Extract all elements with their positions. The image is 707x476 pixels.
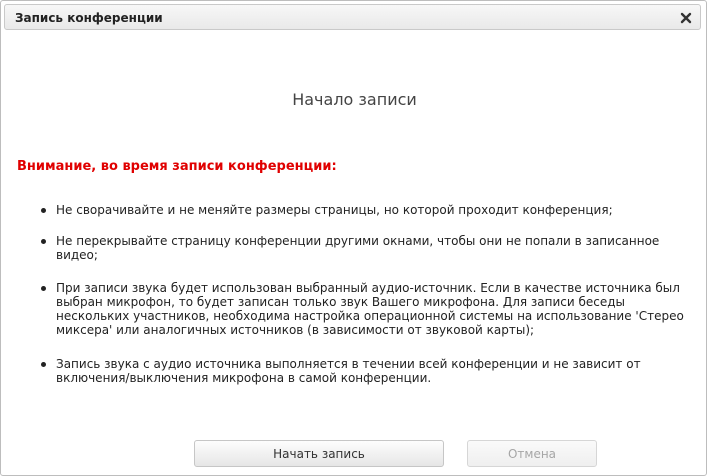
start-recording-button[interactable]: Начать запись	[194, 440, 444, 467]
dialog-titlebar[interactable]: Запись конференции	[4, 4, 701, 30]
dialog-title: Запись конференции	[15, 11, 163, 25]
cancel-button[interactable]: Отмена	[467, 440, 597, 467]
record-conference-dialog: Запись конференции Начало записи Внимани…	[0, 0, 707, 476]
warning-text: Внимание, во время записи конференции:	[17, 159, 337, 174]
list-item: Запись звука с аудио источника выполняет…	[39, 357, 689, 385]
page-title: Начало записи	[292, 90, 417, 109]
close-icon[interactable]	[679, 10, 693, 24]
list-item: Не перекрывайте страницу конференции дру…	[39, 234, 689, 262]
list-item: При записи звука будет использован выбра…	[39, 281, 689, 337]
list-item: Не сворачивайте и не меняйте размеры стр…	[39, 203, 689, 217]
notes-list: Не сворачивайте и не меняйте размеры стр…	[39, 203, 689, 385]
